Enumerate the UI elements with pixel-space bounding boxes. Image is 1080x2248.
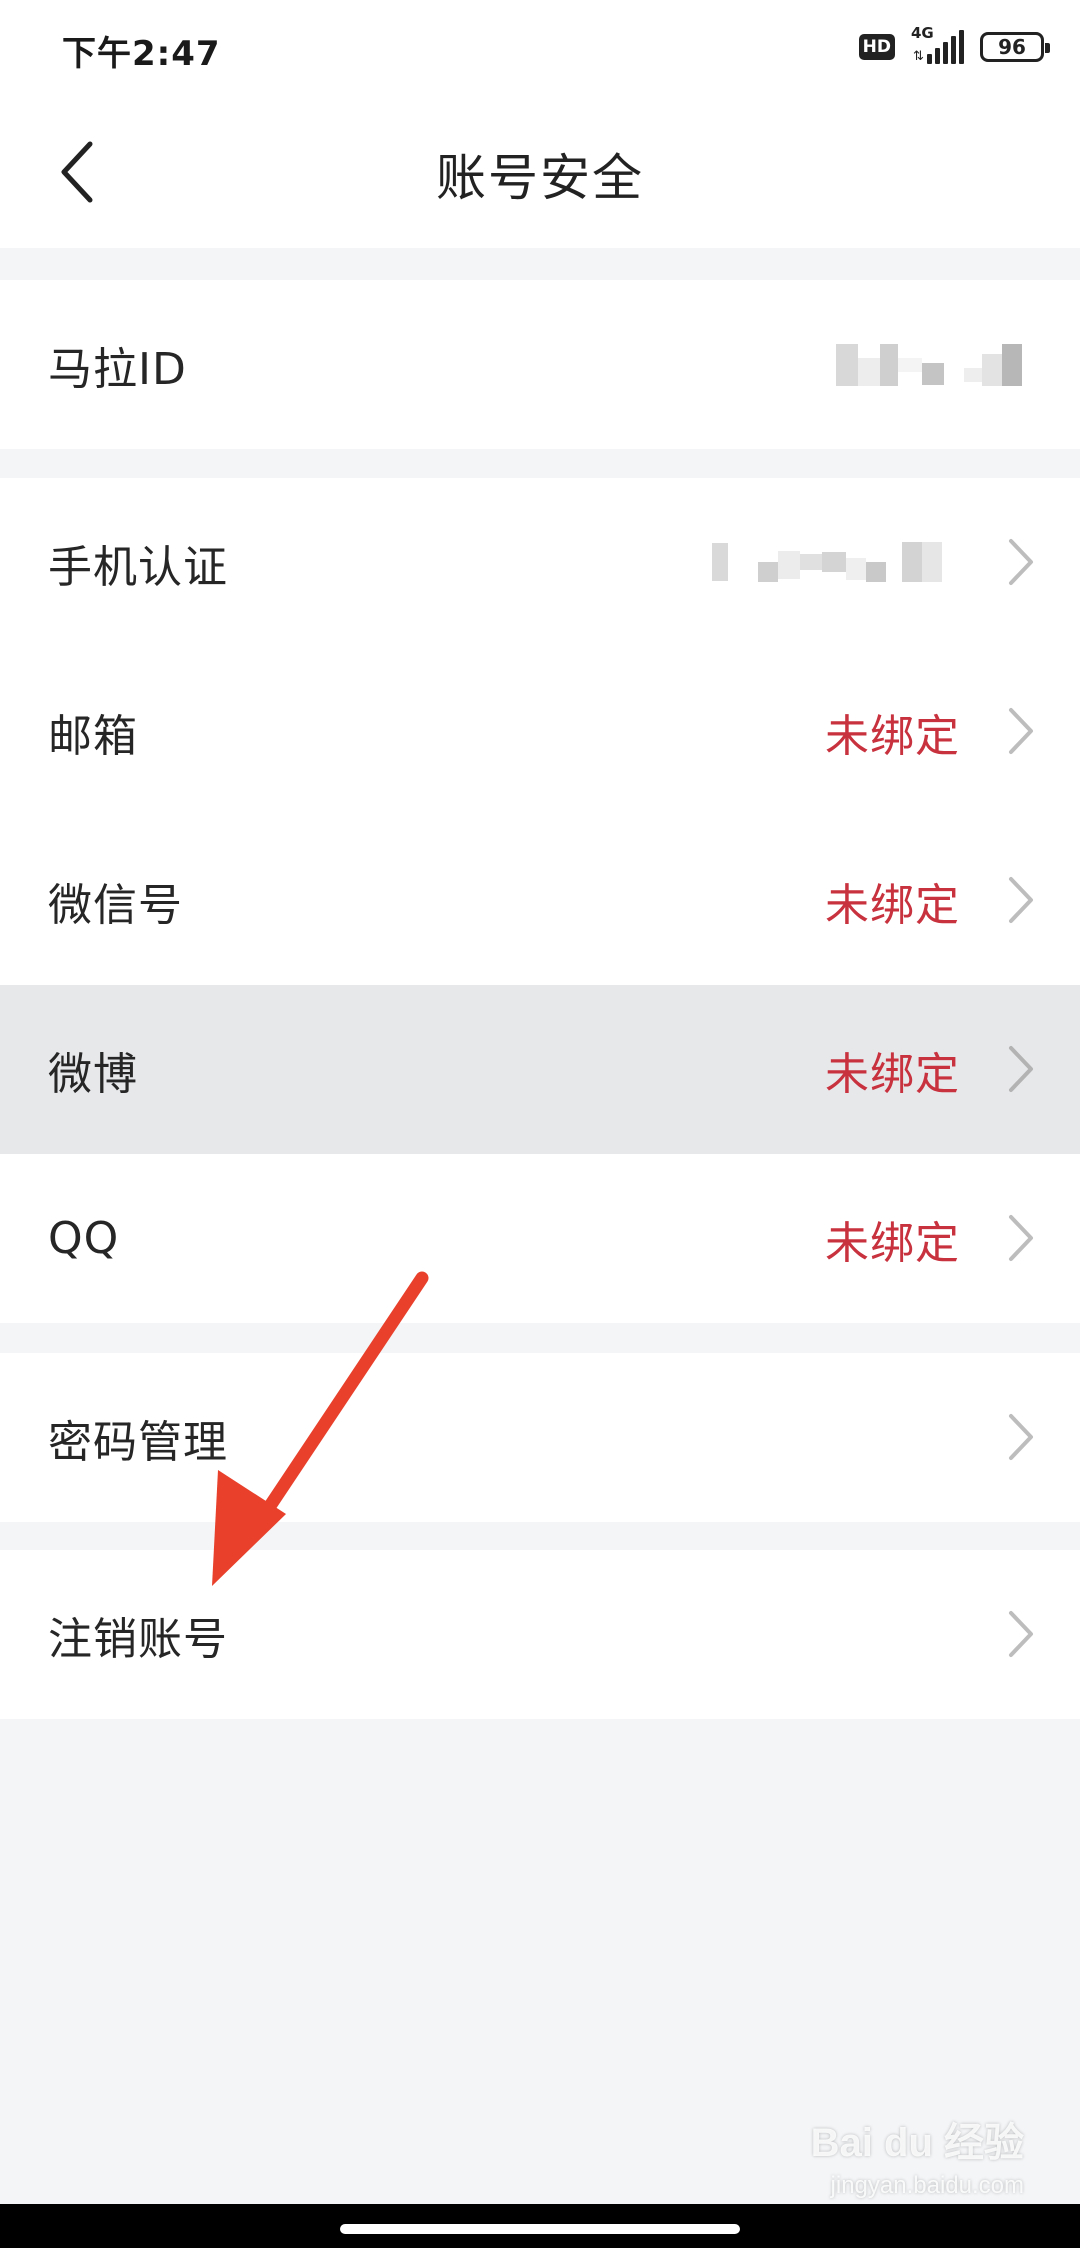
hd-icon: HD: [858, 34, 895, 60]
home-indicator[interactable]: [340, 2224, 740, 2234]
wechat-status: 未绑定: [825, 879, 960, 931]
email-status: 未绑定: [825, 710, 960, 762]
chevron-right-icon: [1009, 539, 1033, 585]
mala-id-label: 马拉ID: [48, 343, 187, 395]
page-title: 账号安全: [436, 149, 644, 207]
chevron-right-icon: [1009, 1414, 1033, 1460]
status-time: 下午2:47: [62, 34, 221, 74]
battery-icon: 96: [980, 32, 1050, 62]
row-password[interactable]: 密码管理: [0, 1353, 1080, 1522]
row-mala-id: 马拉ID: [0, 280, 1080, 449]
chevron-right-icon: [1009, 1046, 1033, 1092]
watermark-brand: Bai du 经验: [810, 2121, 1024, 2165]
battery-level: 96: [998, 35, 1026, 59]
row-weibo[interactable]: 微博 未绑定: [0, 985, 1080, 1154]
network-type: 4G: [911, 24, 934, 42]
account-id-group: 马拉ID: [0, 280, 1080, 449]
row-wechat[interactable]: 微信号 未绑定: [0, 816, 1080, 985]
password-label: 密码管理: [48, 1416, 228, 1468]
cancel-account-group: 注销账号: [0, 1550, 1080, 1719]
weibo-status: 未绑定: [825, 1048, 960, 1100]
status-icons: HD 4G ⇅ 96: [858, 24, 1050, 64]
qq-label: QQ: [48, 1213, 120, 1264]
status-bar: 下午2:47 HD 4G ⇅ 96: [0, 0, 1080, 96]
chevron-right-icon: [1009, 1611, 1033, 1657]
email-label: 邮箱: [48, 710, 138, 762]
phone-label: 手机认证: [48, 541, 228, 593]
weibo-label: 微博: [48, 1048, 138, 1100]
row-phone[interactable]: 手机认证: [0, 478, 1080, 647]
nav-bar: 账号安全: [0, 96, 1080, 248]
chevron-right-icon: [1009, 877, 1033, 923]
mala-id-value-masked: [836, 344, 1022, 386]
qq-status: 未绑定: [825, 1217, 960, 1269]
watermark-site: jingyan.baidu.com: [830, 2172, 1024, 2199]
row-qq[interactable]: QQ 未绑定: [0, 1154, 1080, 1323]
data-arrows-icon: ⇅: [913, 49, 924, 64]
row-email[interactable]: 邮箱 未绑定: [0, 647, 1080, 816]
chevron-right-icon: [1009, 1215, 1033, 1261]
password-group: 密码管理: [0, 1353, 1080, 1522]
phone-value-masked: [712, 542, 942, 582]
chevron-right-icon: [1009, 708, 1033, 754]
row-cancel-account[interactable]: 注销账号: [0, 1550, 1080, 1719]
account-security-screen: 下午2:47 HD 4G ⇅ 96 账号安全 马拉ID 手机认证 邮箱 未绑定 …: [0, 0, 1080, 2248]
bindings-group: 手机认证 邮箱 未绑定 微信号 未绑定 微博 未绑定 QQ 未绑定: [0, 478, 1080, 1323]
wechat-label: 微信号: [48, 879, 183, 931]
signal-icon: 4G ⇅: [911, 24, 964, 64]
cancel-account-label: 注销账号: [48, 1613, 228, 1665]
